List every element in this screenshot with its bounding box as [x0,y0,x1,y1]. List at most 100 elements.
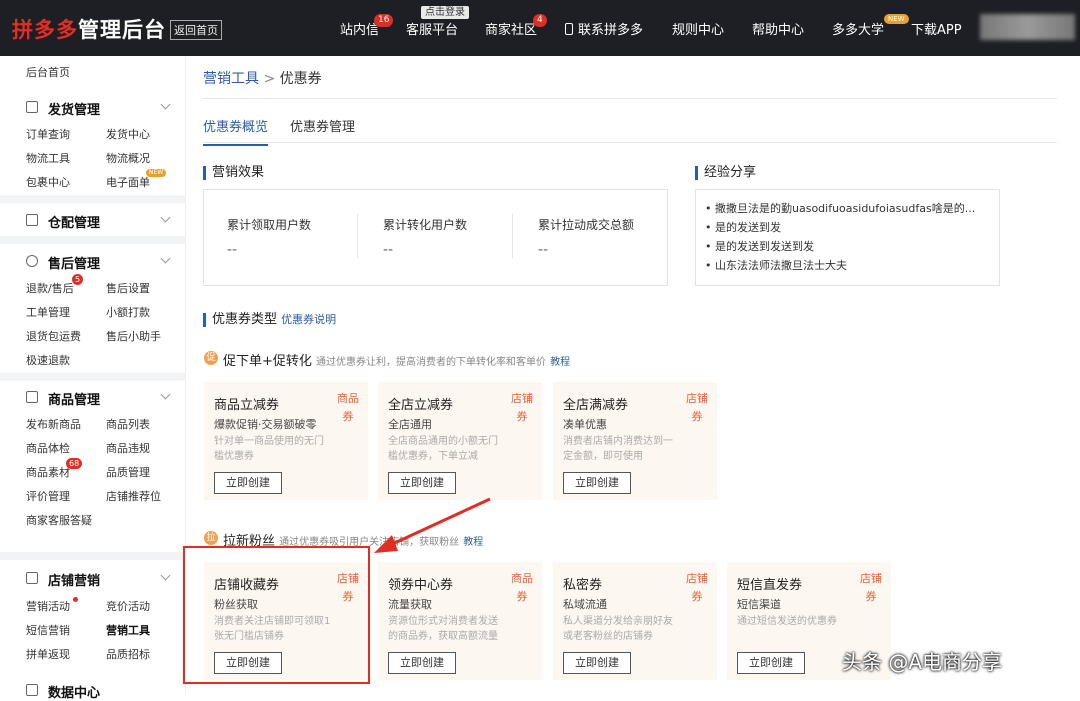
sidebar-item[interactable]: 商品体检 [26,440,70,456]
sidebar-item[interactable]: 包裹中心 [26,174,70,190]
stat-label: 累计领取用户数 [227,218,312,232]
sidebar-item[interactable]: 商家客服答疑 [26,512,92,528]
chevron-down-icon[interactable] [160,570,171,581]
annotation-arrow-icon [374,497,491,553]
create-button[interactable]: 立即创建 [563,472,631,494]
nav-university[interactable]: 多多大学 [832,19,884,38]
row1-tutorial-link[interactable]: 教程 [550,357,570,368]
sidebar-item[interactable]: 极速退款 [26,352,70,368]
coupon-help-link[interactable]: 优惠券说明 [281,313,336,326]
sidebar-item[interactable]: 订单查询 [26,126,70,142]
back-home-button[interactable]: 返回首页 [170,20,222,40]
card-tag: 店铺券 [860,572,882,603]
sidebar-item[interactable]: 拼单返现 [26,646,70,662]
nav-customer-service[interactable]: 客服平台 [406,19,458,38]
coupon-types-label: 优惠券类型 [212,312,278,327]
warehouse-icon [26,214,38,226]
sidebar-item[interactable]: 售后设置 [106,280,150,296]
nav-label: 联系拼多多 [578,23,644,38]
nav-help[interactable]: 帮助中心 [752,19,804,38]
divider [0,236,186,244]
sidebar-item[interactable]: 退款/售后 [26,280,74,296]
stat-label: 累计转化用户数 [383,218,468,232]
create-button[interactable]: 立即创建 [388,472,456,494]
logo-suffix: 管理后台 [78,18,166,42]
sidebar-group-shipping[interactable]: 发货管理 [48,99,100,118]
card-subtitle: 爆款促销·交易额破零 [214,418,317,431]
experience-text: 撒撒旦法是的勤uasodifuoasidufoiasudfas啥是的... [715,202,976,215]
chevron-down-icon[interactable] [160,99,171,110]
sidebar-group-warehouse[interactable]: 仓配管理 [48,212,100,231]
breadcrumb-parent[interactable]: 营销工具 [203,71,259,87]
create-button[interactable]: 立即创建 [214,472,282,494]
sidebar-item[interactable]: 品质招标 [106,646,150,662]
sidebar-group-aftersale[interactable]: 售后管理 [48,253,100,272]
sidebar-item[interactable]: 发货中心 [106,126,150,142]
user-avatar[interactable] [980,14,1075,40]
chevron-down-icon[interactable] [160,212,171,223]
card-tag: 商品券 [511,572,533,603]
card-desc: 全店商品通用的小额无门槛优惠券，下单立减 [388,436,498,462]
nav-rules[interactable]: 规则中心 [672,19,724,38]
stat-label: 累计拉动成交总额 [538,218,635,232]
card-subtitle: 全店通用 [388,418,432,431]
sidebar-item[interactable]: 电子面单 [106,174,150,190]
refund-badge: 5 [72,274,84,285]
sidebar-group-product[interactable]: 商品管理 [48,389,100,408]
sidebar-item-home[interactable]: 后台首页 [26,64,70,80]
sidebar-item[interactable]: 物流工具 [26,150,70,166]
top-bar: 拼多多管理后台 返回首页 点击登录 站内信 16 客服平台 商家社区 4 联系拼… [0,0,1080,56]
card-title: 短信直发券 [737,578,803,593]
sidebar-item[interactable]: 工单管理 [26,304,70,320]
create-button[interactable]: 立即创建 [388,652,456,674]
card-title: 商品立减券 [214,398,280,413]
sidebar-item[interactable]: 商品违规 [106,440,150,456]
row1-title: 促下单+促转化 [223,354,312,369]
sidebar-item[interactable]: 品质管理 [106,464,150,480]
experience-list: • 撒撒旦法是的勤uasodifuoasidufoiasudfas啥是的... … [705,199,975,275]
divider [0,195,186,203]
sidebar-item[interactable]: 退货包运费 [26,328,81,344]
gift-icon [26,572,38,584]
create-button[interactable]: 立即创建 [737,652,805,674]
experience-item[interactable]: • 山东法法师法撒旦法士大夫 [705,256,975,275]
experience-item[interactable]: • 是的发送到发 [705,218,975,237]
chevron-down-icon[interactable] [160,389,171,400]
nav-download-app[interactable]: 下载APP [911,19,962,38]
login-tooltip[interactable]: 点击登录 [421,6,469,19]
sidebar-item[interactable]: 营销活动 [26,598,70,614]
logo-brand: 拼多多 [12,18,78,42]
sidebar-item-marketing-tools[interactable]: 营销工具 [106,622,150,638]
experience-item[interactable]: • 是的发送到发送到发 [705,237,975,256]
divider [0,373,186,381]
sidebar-item[interactable]: 售后小助手 [106,328,161,344]
coupon-card: 私密券 店铺券 私域流通 私人渠道分发给亲朋好友或老客粉丝的店铺券 立即创建 [553,562,717,680]
sidebar-item[interactable]: 商品列表 [106,416,150,432]
breadcrumb-current: 优惠券 [279,71,322,87]
sidebar-item[interactable]: 短信营销 [26,622,70,638]
create-button[interactable]: 立即创建 [563,652,631,674]
experience-item[interactable]: • 撒撒旦法是的勤uasodifuoasidufoiasudfas啥是的... [705,199,975,218]
nav-community[interactable]: 商家社区 [485,19,537,38]
card-tag: 店铺券 [511,392,533,423]
new-badge: NEW [146,169,167,177]
sidebar-item[interactable]: 物流概况 [106,150,150,166]
red-dot [73,597,78,602]
sidebar-group-data[interactable]: 数据中心 [48,682,100,701]
nav-contact[interactable]: 联系拼多多 [565,19,643,38]
sidebar-item[interactable]: 发布新商品 [26,416,81,432]
sidebar-item[interactable]: 商品素材 [26,464,70,480]
chevron-down-icon[interactable] [160,253,171,264]
card-tag: 商品券 [337,392,359,423]
divider [0,552,186,560]
sidebar-group-marketing[interactable]: 店铺营销 [48,570,100,589]
sidebar-item[interactable]: 店铺推荐位 [106,488,161,504]
material-badge: 68 [66,458,83,469]
tab-management[interactable]: 优惠券管理 [290,116,355,135]
sidebar-item[interactable]: 评价管理 [26,488,70,504]
sidebar-item[interactable]: 小额打款 [106,304,150,320]
card-subtitle: 私域流通 [563,598,607,611]
experience-text: 是的发送到发 [715,221,781,234]
logo[interactable]: 拼多多管理后台 [12,14,166,44]
sidebar-item[interactable]: 竞价活动 [106,598,150,614]
